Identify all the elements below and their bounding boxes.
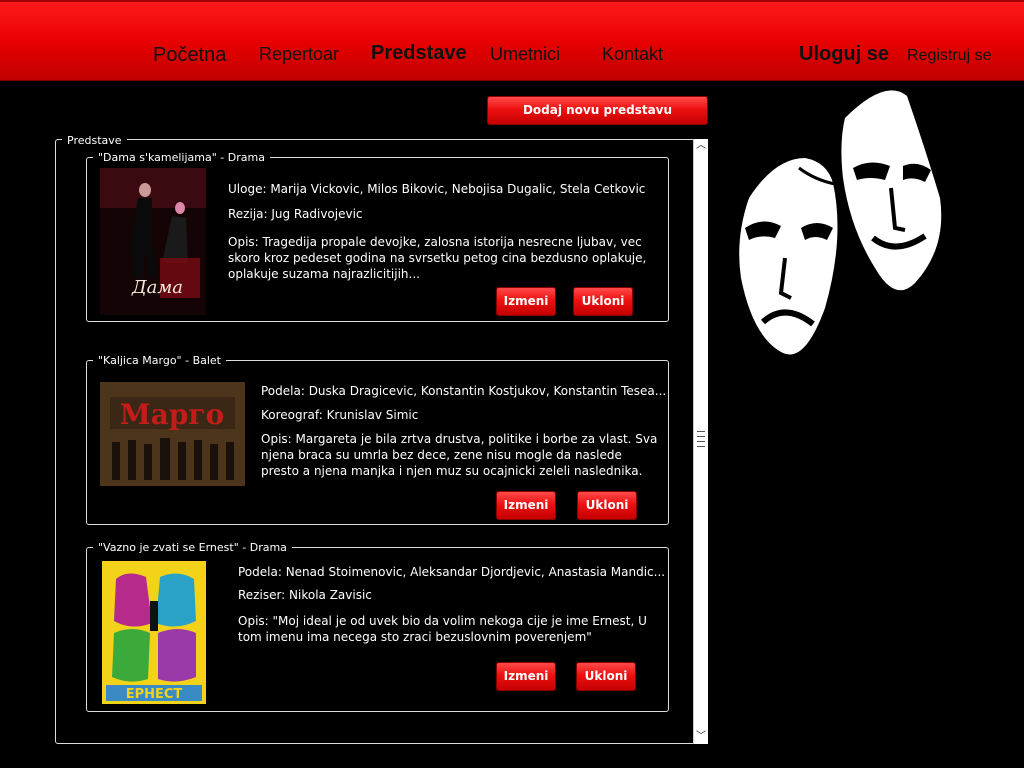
edit-button[interactable]: Izmeni <box>496 491 556 520</box>
scrollbar-thumb[interactable] <box>696 153 706 729</box>
nav-home-link[interactable]: Početna <box>153 44 226 67</box>
theater-masks-icon <box>735 88 965 360</box>
show-title: "Vazno je zvati se Ernest" - Drama <box>93 541 292 554</box>
show-poster: Марго <box>100 382 245 486</box>
show-title: "Dama s'kamelijama" - Drama <box>93 151 270 164</box>
header-bar: Početna Repertoar Predstave Umetnici Kon… <box>0 0 1024 81</box>
show-cast: Podela: Duska Dragicevic, Konstantin Kos… <box>261 384 667 398</box>
show-poster: Дама <box>100 168 206 315</box>
show-cast: Podela: Nenad Stoimenovic, Aleksandar Dj… <box>238 565 666 579</box>
login-link[interactable]: Uloguj se <box>799 43 889 66</box>
nav-repertoar-link[interactable]: Repertoar <box>259 44 339 65</box>
show-description: Opis: Tragedija propale devojke, zalosna… <box>228 235 647 281</box>
remove-button[interactable]: Ukloni <box>577 491 637 520</box>
remove-button[interactable]: Ukloni <box>576 662 636 691</box>
show-director: Reziser: Nikola Zavisic <box>238 588 372 602</box>
nav-predstave-link[interactable]: Predstave <box>371 42 467 65</box>
add-show-button[interactable]: Dodaj novu predstavu <box>487 96 708 125</box>
poster-title-text: Дама <box>131 277 183 298</box>
vertical-scrollbar[interactable]: ︿ ﹀ <box>693 139 708 744</box>
nav-kontakt-link[interactable]: Kontakt <box>602 44 663 65</box>
shows-list-legend: Predstave <box>62 134 127 147</box>
show-choreographer: Koreograf: Krunislav Simic <box>261 408 419 422</box>
chevron-up-icon[interactable]: ︿ <box>694 139 708 153</box>
remove-button[interactable]: Ukloni <box>573 287 633 316</box>
poster-title-text: ЕРНЕСТ <box>126 687 183 702</box>
show-cast: Uloge: Marija Vickovic, Milos Bikovic, N… <box>228 182 646 196</box>
show-poster: ЕРНЕСТ <box>102 561 206 704</box>
edit-button[interactable]: Izmeni <box>496 662 556 691</box>
show-title: "Kaljica Margo" - Balet <box>93 354 226 367</box>
register-link[interactable]: Registruj se <box>907 47 991 65</box>
header-top-line <box>0 0 1024 2</box>
edit-button[interactable]: Izmeni <box>496 287 556 316</box>
show-description: Opis: "Moj ideal je od uvek bio da volim… <box>238 614 647 644</box>
show-description: Opis: Margareta je bila zrtva drustva, p… <box>261 432 658 478</box>
show-director: Rezija: Jug Radivojevic <box>228 207 363 221</box>
nav-umetnici-link[interactable]: Umetnici <box>490 44 560 65</box>
chevron-down-icon[interactable]: ﹀ <box>694 730 708 744</box>
poster-title-text: Марго <box>120 398 225 431</box>
